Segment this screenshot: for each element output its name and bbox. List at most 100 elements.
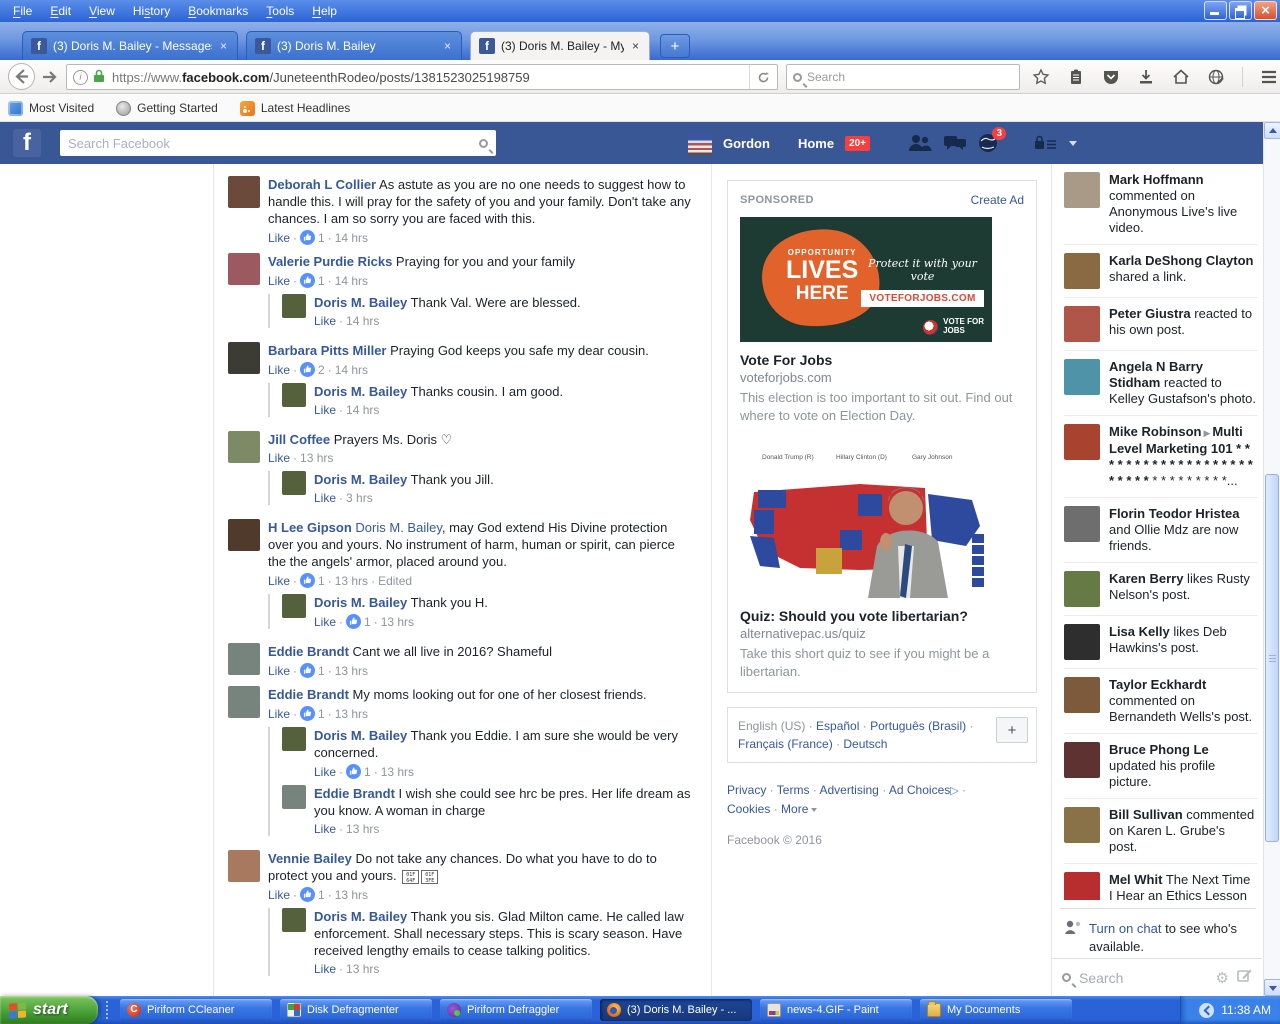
comment-author-link[interactable]: Eddie Brandt xyxy=(268,687,349,702)
avatar[interactable] xyxy=(228,519,260,551)
browser-search-input[interactable] xyxy=(807,70,1013,84)
comment-author-link[interactable]: Barbara Pitts Miller xyxy=(268,343,387,358)
facebook-logo[interactable]: f xyxy=(13,129,41,157)
new-message-icon[interactable] xyxy=(1237,968,1252,988)
clipboard-icon[interactable] xyxy=(1067,68,1085,86)
footer-link[interactable]: More xyxy=(781,802,808,816)
like-count-badge[interactable]: 1 xyxy=(346,764,371,779)
like-count-badge[interactable]: 1 xyxy=(300,230,325,245)
avatar[interactable] xyxy=(228,686,260,718)
avatar[interactable] xyxy=(282,594,306,618)
taskbar-button[interactable]: My Documents xyxy=(920,999,1072,1021)
ad-title-link[interactable]: Quiz: Should you vote libertarian? xyxy=(740,608,1024,624)
new-tab-button[interactable]: + xyxy=(660,34,690,58)
ticker-name-link[interactable]: Angela N Barry Stidham xyxy=(1109,359,1203,390)
close-button[interactable] xyxy=(1254,1,1277,20)
like-link[interactable]: Like xyxy=(268,707,290,721)
like-count-badge[interactable]: 2 xyxy=(300,362,325,377)
comment-author-link[interactable]: Eddie Brandt xyxy=(268,644,349,659)
footer-link[interactable]: Privacy xyxy=(727,783,766,797)
like-count-badge[interactable]: 1 xyxy=(300,273,325,288)
download-icon[interactable] xyxy=(1137,68,1155,86)
like-link[interactable]: Like xyxy=(314,962,336,976)
page-info-icon[interactable]: i xyxy=(73,70,88,85)
like-count-badge[interactable]: 1 xyxy=(300,573,325,588)
ticker-name-link[interactable]: Bruce Phong Le xyxy=(1109,742,1209,757)
bookmark-gettingstarted[interactable]: Getting Started xyxy=(116,101,218,116)
ticker-item[interactable]: Bruce Phong Le updated his profile pictu… xyxy=(1064,734,1258,799)
avatar[interactable] xyxy=(228,253,260,285)
like-count-badge[interactable]: 1 xyxy=(300,706,325,721)
restore-button[interactable] xyxy=(1229,1,1252,20)
menu-file[interactable]: File xyxy=(4,1,41,21)
ad-title-link[interactable]: Vote For Jobs xyxy=(740,352,1024,368)
ticker-name-link[interactable]: Florin Teodor Hristea xyxy=(1109,506,1240,521)
ticker-item[interactable]: Lisa Kelly likes Deb Hawkins's post. xyxy=(1064,616,1258,669)
comment-author-link[interactable]: Vennie Bailey xyxy=(268,851,352,866)
reload-button[interactable] xyxy=(749,65,777,89)
avatar[interactable] xyxy=(282,294,306,318)
chat-search-input[interactable] xyxy=(1079,970,1208,986)
comment-author-link[interactable]: Eddie Brandt xyxy=(314,786,395,801)
tab-close-icon[interactable]: × xyxy=(630,39,641,53)
ad-cta-button[interactable]: VOTEFORJOBS.COM xyxy=(861,290,983,307)
footer-link[interactable]: Cookies xyxy=(727,802,770,816)
notifications-button[interactable]: 3 xyxy=(978,133,998,153)
turn-on-chat-link[interactable]: Turn on chat xyxy=(1089,921,1162,936)
tab-close-icon[interactable]: × xyxy=(218,39,229,53)
like-link[interactable]: Like xyxy=(268,888,290,902)
menu-history[interactable]: History xyxy=(124,1,179,21)
avatar[interactable] xyxy=(228,850,260,882)
hide-icons-chevron[interactable] xyxy=(1199,1003,1214,1018)
scrollbar-thumb[interactable] xyxy=(1265,474,1279,842)
taskbar-button[interactable]: Piriform CCleaner xyxy=(120,999,272,1021)
avatar[interactable] xyxy=(282,383,306,407)
avatar[interactable] xyxy=(1064,172,1100,208)
menu-tools[interactable]: Tools xyxy=(257,1,303,21)
add-language-button[interactable]: + xyxy=(996,717,1028,743)
like-count-badge[interactable]: 1 xyxy=(300,887,325,902)
avatar[interactable] xyxy=(1064,253,1100,289)
messages-button[interactable] xyxy=(943,134,967,152)
ticker-name-link[interactable]: Karen Berry xyxy=(1109,571,1183,586)
profile-avatar[interactable] xyxy=(688,131,712,155)
language-link[interactable]: Français (France) xyxy=(738,737,833,751)
comment-author-link[interactable]: Jill Coffee xyxy=(268,432,330,447)
account-menu-caret[interactable] xyxy=(1069,141,1077,146)
like-link[interactable]: Like xyxy=(268,451,290,465)
ticker-name-link[interactable]: Taylor Eckhardt xyxy=(1109,677,1206,692)
scroll-down-button[interactable] xyxy=(1264,979,1280,996)
menu-help[interactable]: Help xyxy=(303,1,346,21)
ticker-item[interactable]: Karen Berry likes Rusty Nelson's post. xyxy=(1064,563,1258,616)
ticker-name-link[interactable]: Mark Hoffmann xyxy=(1109,172,1204,187)
comment-author-link[interactable]: Doris M. Bailey xyxy=(314,384,407,399)
browser-tab[interactable]: f(3) Doris M. Bailey - Messages× xyxy=(22,31,238,60)
menu-hamburger-icon[interactable] xyxy=(1260,69,1278,85)
avatar[interactable] xyxy=(228,431,260,463)
comment-author-link[interactable]: Doris M. Bailey xyxy=(314,909,407,924)
avatar[interactable] xyxy=(1064,306,1100,342)
create-ad-link[interactable]: Create Ad xyxy=(971,193,1024,207)
avatar[interactable] xyxy=(1064,624,1100,660)
bookmark-mostvisited[interactable]: Most Visited xyxy=(8,101,94,116)
like-link[interactable]: Like xyxy=(314,765,336,779)
bookmark-rss[interactable]: Latest Headlines xyxy=(240,101,350,116)
minimize-button[interactable] xyxy=(1204,1,1227,20)
avatar[interactable] xyxy=(1064,359,1100,395)
bookmark-star-icon[interactable] xyxy=(1032,68,1050,86)
like-link[interactable]: Like xyxy=(314,822,336,836)
taskbar-button[interactable]: (3) Doris M. Bailey - ... xyxy=(600,999,752,1021)
comment-author-link[interactable]: Doris M. Bailey xyxy=(314,728,407,743)
ticker-item[interactable]: Angela N Barry Stidham reacted to Kelley… xyxy=(1064,351,1258,416)
back-button[interactable] xyxy=(8,63,35,90)
ticker-name-link[interactable]: Karla DeShong Clayton xyxy=(1109,253,1253,268)
like-link[interactable]: Like xyxy=(268,274,290,288)
facebook-search-input[interactable] xyxy=(68,136,479,151)
like-count-badge[interactable]: 1 xyxy=(300,663,325,678)
comment-author-link[interactable]: Doris M. Bailey xyxy=(314,295,407,310)
browser-tab[interactable]: f(3) Doris M. Bailey - My curre...× xyxy=(470,31,650,60)
avatar[interactable] xyxy=(1064,571,1100,607)
language-link[interactable]: Español xyxy=(816,719,859,733)
pocket-icon[interactable] xyxy=(1102,68,1120,86)
avatar[interactable] xyxy=(1064,872,1100,900)
